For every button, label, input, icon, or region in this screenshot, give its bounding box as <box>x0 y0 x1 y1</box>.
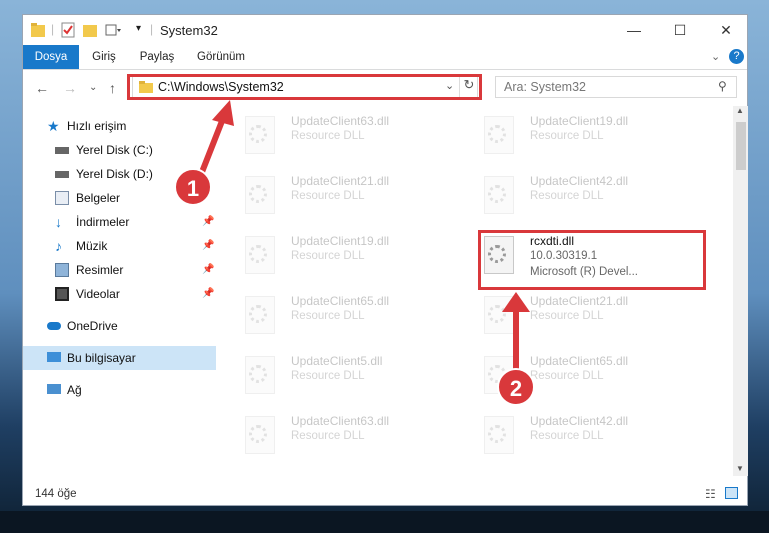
step-badge-1: 1 <box>174 168 212 206</box>
step-badge-2: 2 <box>497 368 535 406</box>
annotation-arrows <box>199 100 530 370</box>
arrow-1-head <box>212 100 234 126</box>
arrow-2-head <box>502 292 530 312</box>
arrow-1-line <box>199 114 227 174</box>
